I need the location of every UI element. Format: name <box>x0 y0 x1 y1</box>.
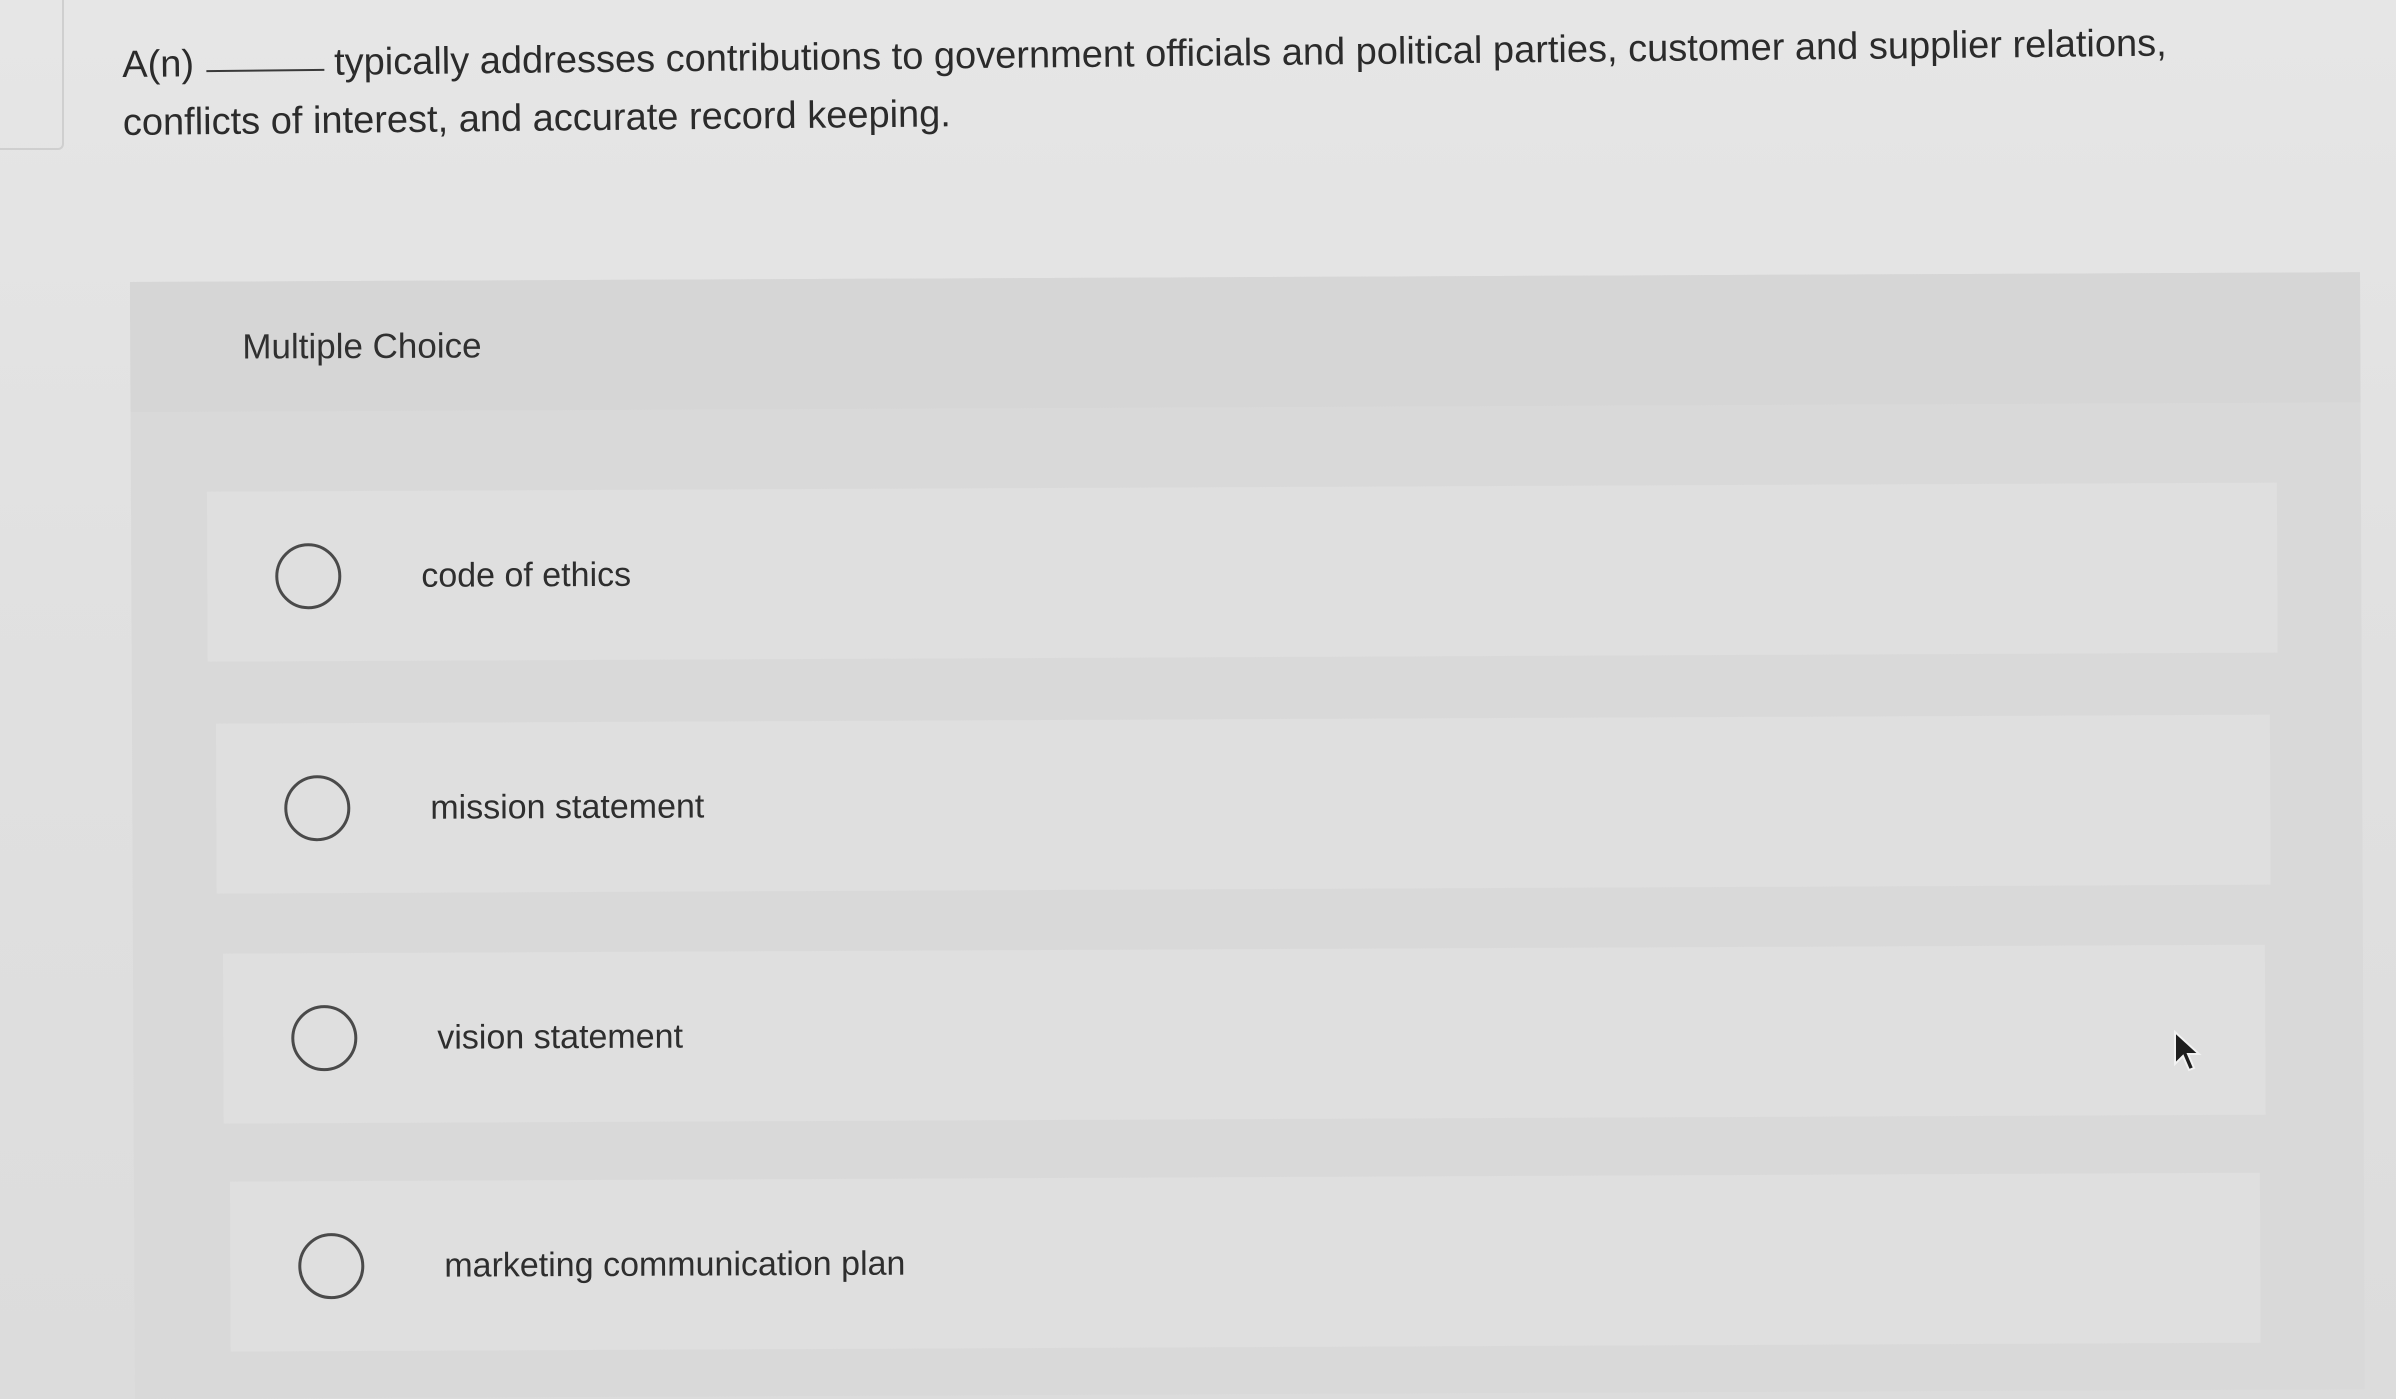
option-label: vision statement <box>437 1017 684 1057</box>
radio-unselected-icon[interactable] <box>275 543 342 610</box>
question-prompt: A(n) typically addresses contributions to… <box>122 13 2273 152</box>
question-prefix: A(n) <box>122 43 195 86</box>
radio-unselected-icon[interactable] <box>291 1005 358 1072</box>
option-mission-statement[interactable]: mission statement <box>215 714 2271 894</box>
left-panel-edge <box>0 0 64 150</box>
radio-unselected-icon[interactable] <box>284 775 351 842</box>
option-code-of-ethics[interactable]: code of ethics <box>206 482 2278 662</box>
option-marketing-communication-plan[interactable]: marketing communication plan <box>229 1172 2261 1352</box>
option-label: mission statement <box>430 786 705 827</box>
question-text: typically addresses contributions to gov… <box>122 22 2167 144</box>
option-vision-statement[interactable]: vision statement <box>222 944 2266 1124</box>
mouse-pointer-icon <box>2174 1030 2202 1072</box>
answer-blank <box>206 58 325 73</box>
multiple-choice-label: Multiple Choice <box>242 326 482 367</box>
option-label: marketing communication plan <box>444 1244 906 1285</box>
radio-unselected-icon[interactable] <box>298 1232 365 1300</box>
quiz-page: A(n) typically addresses contributions to… <box>0 0 2396 1399</box>
multiple-choice-panel: Multiple Choice code of ethics mission s… <box>130 272 2365 1399</box>
option-label: code of ethics <box>421 555 632 595</box>
multiple-choice-header: Multiple Choice <box>130 272 2361 412</box>
